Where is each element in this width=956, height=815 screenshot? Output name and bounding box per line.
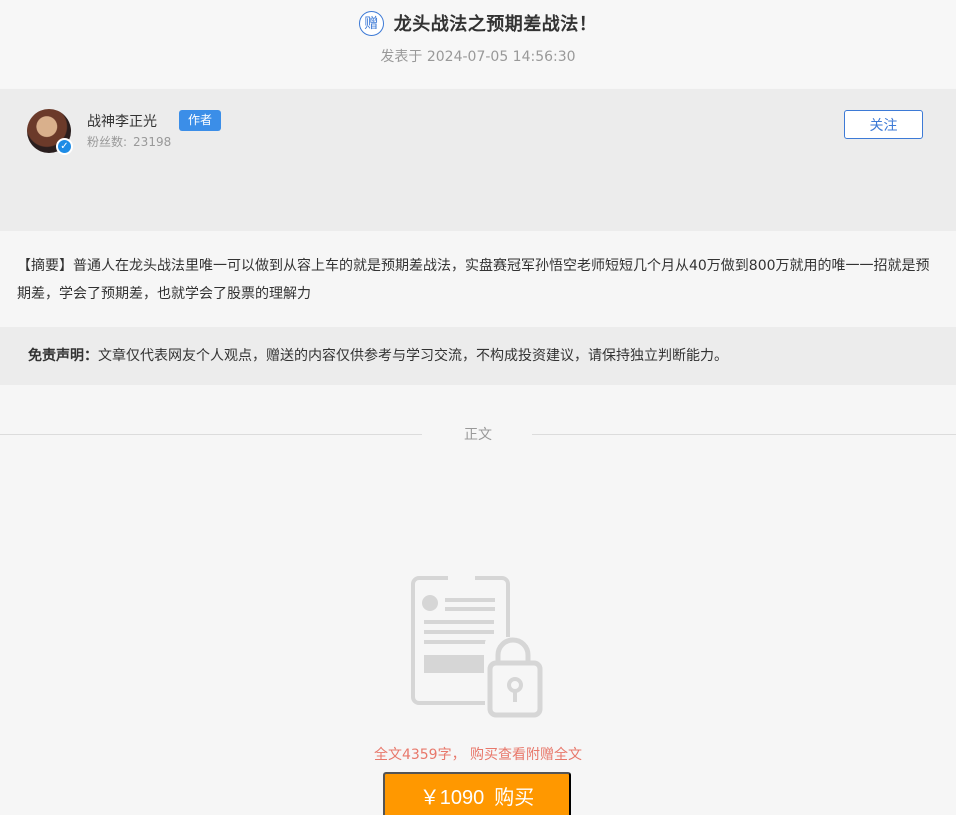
disclaimer-box: 免责声明：文章仅代表网友个人观点，赠送的内容仅供参考与学习交流，不构成投资建议，… xyxy=(0,327,956,385)
verified-icon: ✓ xyxy=(56,138,73,155)
author-name[interactable]: 战神李正光 xyxy=(87,111,157,131)
article-title: 龙头战法之预期差战法！ xyxy=(393,14,598,35)
article-summary: 【摘要】普通人在龙头战法里唯一可以做到从容上车的就是预期差战法，实盘赛冠军孙悟空… xyxy=(17,258,930,302)
author-panel: ✓ 战神李正光 作者 粉丝数: 23198 关注 xyxy=(0,89,956,231)
buy-button[interactable]: ￥1090 购买 xyxy=(383,772,571,815)
fulltext-hint: 全文4359字， 购买查看附赠全文 xyxy=(373,747,583,763)
fans-count: 粉丝数: 23198 xyxy=(87,133,171,150)
follow-button[interactable]: 关注 xyxy=(844,110,923,139)
divider-line-right xyxy=(532,434,956,435)
title-row: 赠 龙头战法之预期差战法！ xyxy=(0,10,956,36)
gift-badge-icon: 赠 xyxy=(358,10,384,36)
price-label: ￥1090 xyxy=(419,786,485,809)
publish-date: 发表于 2024-07-05 14:56:30 xyxy=(380,49,576,65)
author-badge: 作者 xyxy=(179,110,222,131)
disclaimer-text: 免责声明：文章仅代表网友个人观点，赠送的内容仅供参考与学习交流，不构成投资建议，… xyxy=(28,345,728,365)
fans-value: 23198 xyxy=(133,135,172,149)
fans-label: 粉丝数: xyxy=(87,135,128,149)
buy-label: 购买 xyxy=(494,786,535,809)
disclaimer-body: 文章仅代表网友个人观点，赠送的内容仅供参考与学习交流，不构成投资建议，请保持独立… xyxy=(98,348,728,364)
article-header: 赠 龙头战法之预期差战法！ 发表于 2024-07-05 14:56:30 xyxy=(0,0,956,88)
author-avatar[interactable]: ✓ xyxy=(27,109,73,155)
disclaimer-label: 免责声明： xyxy=(28,348,98,364)
locked-document-icon xyxy=(411,575,543,718)
content-divider: 正文 xyxy=(0,424,956,444)
